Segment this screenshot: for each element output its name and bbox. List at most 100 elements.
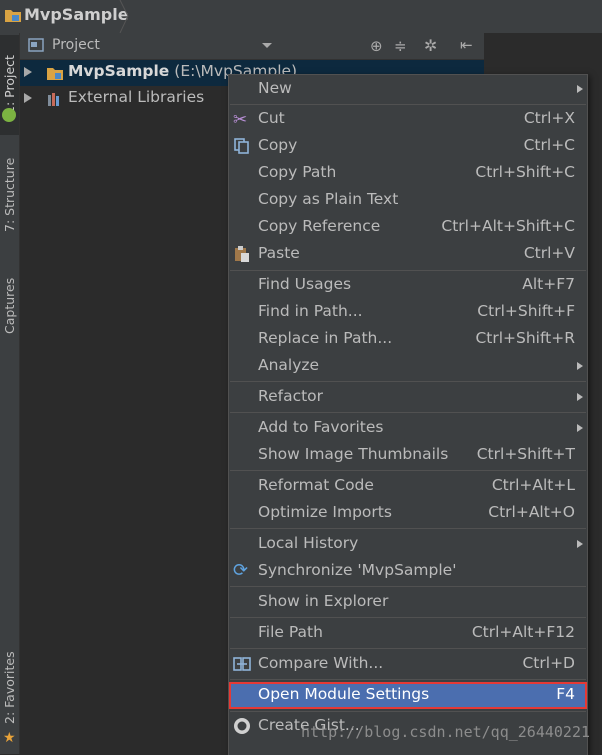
navigation-bar: MvpSample xyxy=(0,0,602,34)
tab-captures[interactable]: Captures xyxy=(0,258,19,353)
android-icon xyxy=(2,108,16,122)
menu-item-refactor[interactable]: Refactor xyxy=(229,384,587,411)
libraries-icon xyxy=(48,93,59,106)
menu-item-find-usages[interactable]: Find Usages Alt+F7 xyxy=(229,272,587,299)
menu-item-shortcut: Ctrl+Shift+T xyxy=(476,445,575,463)
compare-icon xyxy=(233,657,251,671)
menu-item-label: Show in Explorer xyxy=(258,592,389,610)
menu-item-label: Optimize Imports xyxy=(258,503,392,521)
collapse-all-icon[interactable]: ≑ xyxy=(394,37,407,55)
menu-item-local-history[interactable]: Local History xyxy=(229,531,587,558)
menu-item-show-image-thumbnails[interactable]: Show Image Thumbnails Ctrl+Shift+T xyxy=(229,442,587,469)
menu-item-replace-in-path[interactable]: Replace in Path... Ctrl+Shift+R xyxy=(229,326,587,353)
breadcrumb-separator-icon xyxy=(119,0,129,33)
menu-separator xyxy=(230,270,586,271)
expand-arrow-icon[interactable] xyxy=(24,93,32,103)
menu-item-shortcut: Ctrl+Shift+R xyxy=(475,329,575,347)
menu-item-new[interactable]: New xyxy=(229,76,587,103)
menu-item-reformat-code[interactable]: Reformat Code Ctrl+Alt+L xyxy=(229,473,587,500)
menu-item-label: New xyxy=(258,79,292,97)
paste-icon xyxy=(235,246,249,262)
submenu-arrow-icon xyxy=(577,362,583,370)
menu-item-cut[interactable]: ✂ Cut Ctrl+X xyxy=(229,106,587,133)
tool-window-strip: 1: Project 7: Structure Captures 2: Favo… xyxy=(0,33,20,754)
chevron-down-icon[interactable] xyxy=(262,43,272,48)
submenu-arrow-icon xyxy=(577,424,583,432)
github-icon xyxy=(234,718,250,734)
menu-separator xyxy=(230,679,586,680)
star-icon: ★ xyxy=(3,730,16,746)
menu-item-synchronize[interactable]: ⟳ Synchronize 'MvpSample' xyxy=(229,558,587,585)
menu-item-copy-path[interactable]: Copy Path Ctrl+Shift+C xyxy=(229,160,587,187)
menu-item-add-to-favorites[interactable]: Add to Favorites xyxy=(229,415,587,442)
view-selector-label[interactable]: Project xyxy=(52,37,100,53)
project-panel-header: Project ⊕ ≑ ✲ ⇤ xyxy=(20,33,484,60)
menu-item-label: Synchronize 'MvpSample' xyxy=(258,561,457,579)
context-menu: New ✂ Cut Ctrl+X Copy Ctrl+C Copy Path C… xyxy=(228,74,588,755)
tab-project-label: 1: Project xyxy=(2,55,17,115)
menu-item-optimize-imports[interactable]: Optimize Imports Ctrl+Alt+O xyxy=(229,500,587,527)
tab-structure-label: 7: Structure xyxy=(2,157,17,233)
menu-item-label: Open Module Settings xyxy=(258,685,430,703)
menu-item-label: File Path xyxy=(258,623,323,641)
menu-item-label: Paste xyxy=(258,244,300,262)
menu-item-show-in-explorer[interactable]: Show in Explorer xyxy=(229,589,587,616)
gear-icon[interactable]: ✲ xyxy=(424,36,437,55)
copy-icon xyxy=(234,138,249,154)
menu-item-find-in-path[interactable]: Find in Path... Ctrl+Shift+F xyxy=(229,299,587,326)
menu-item-label: Compare With... xyxy=(258,654,384,672)
hide-panel-icon[interactable]: ⇤ xyxy=(460,36,473,54)
tree-item-name: External Libraries xyxy=(68,88,205,106)
menu-item-label: Copy as Plain Text xyxy=(258,190,399,208)
menu-item-file-path[interactable]: File Path Ctrl+Alt+F12 xyxy=(229,620,587,647)
scissors-icon: ✂ xyxy=(233,110,248,130)
menu-item-label: Analyze xyxy=(258,356,320,374)
submenu-arrow-icon xyxy=(577,540,583,548)
menu-separator xyxy=(230,711,586,712)
menu-item-open-module-settings[interactable]: Open Module Settings F4 xyxy=(229,682,587,709)
menu-item-shortcut: Ctrl+Shift+C xyxy=(475,163,575,181)
menu-item-label: Replace in Path... xyxy=(258,329,393,347)
menu-item-shortcut: Ctrl+Alt+O xyxy=(488,503,575,521)
menu-separator xyxy=(230,470,586,471)
menu-item-paste[interactable]: Paste Ctrl+V xyxy=(229,241,587,268)
tree-item-name: MvpSample xyxy=(68,62,170,80)
breadcrumb-project[interactable]: MvpSample xyxy=(24,5,129,24)
menu-separator xyxy=(230,412,586,413)
tab-structure[interactable]: 7: Structure xyxy=(0,145,19,245)
menu-separator xyxy=(230,528,586,529)
submenu-arrow-icon xyxy=(577,85,583,93)
menu-item-shortcut: F4 xyxy=(556,685,575,703)
menu-item-label: Show Image Thumbnails xyxy=(258,445,449,463)
locate-icon[interactable]: ⊕ xyxy=(370,37,383,55)
menu-item-label: Copy xyxy=(258,136,298,154)
tab-favorites[interactable]: 2: Favorites xyxy=(0,633,19,743)
menu-separator xyxy=(230,104,586,105)
menu-item-label: Reformat Code xyxy=(258,476,374,494)
menu-item-shortcut: Ctrl+Alt+Shift+C xyxy=(441,217,575,235)
menu-item-shortcut: Ctrl+Alt+F12 xyxy=(471,623,575,641)
tab-captures-label: Captures xyxy=(2,277,17,334)
menu-item-shortcut: Ctrl+Shift+F xyxy=(477,302,575,320)
menu-separator xyxy=(230,381,586,382)
menu-item-copy-reference[interactable]: Copy Reference Ctrl+Alt+Shift+C xyxy=(229,214,587,241)
menu-item-label: Refactor xyxy=(258,387,324,405)
menu-item-label: Cut xyxy=(258,109,285,127)
menu-item-label: Find in Path... xyxy=(258,302,363,320)
menu-item-shortcut: Alt+F7 xyxy=(522,275,575,293)
sync-icon: ⟳ xyxy=(233,560,249,581)
menu-item-label: Local History xyxy=(258,534,359,552)
module-folder-icon xyxy=(47,68,63,80)
menu-item-analyze[interactable]: Analyze xyxy=(229,353,587,380)
menu-item-copy[interactable]: Copy Ctrl+C xyxy=(229,133,587,160)
project-view-icon xyxy=(28,38,44,52)
menu-item-compare-with[interactable]: Compare With... Ctrl+D xyxy=(229,651,587,678)
menu-item-shortcut: Ctrl+D xyxy=(522,654,575,672)
menu-separator xyxy=(230,648,586,649)
menu-separator xyxy=(230,586,586,587)
menu-item-copy-plain-text[interactable]: Copy as Plain Text xyxy=(229,187,587,214)
expand-arrow-icon[interactable] xyxy=(24,67,32,77)
menu-item-label: Add to Favorites xyxy=(258,418,384,436)
menu-item-shortcut: Ctrl+V xyxy=(523,244,575,262)
project-folder-icon xyxy=(5,10,21,22)
